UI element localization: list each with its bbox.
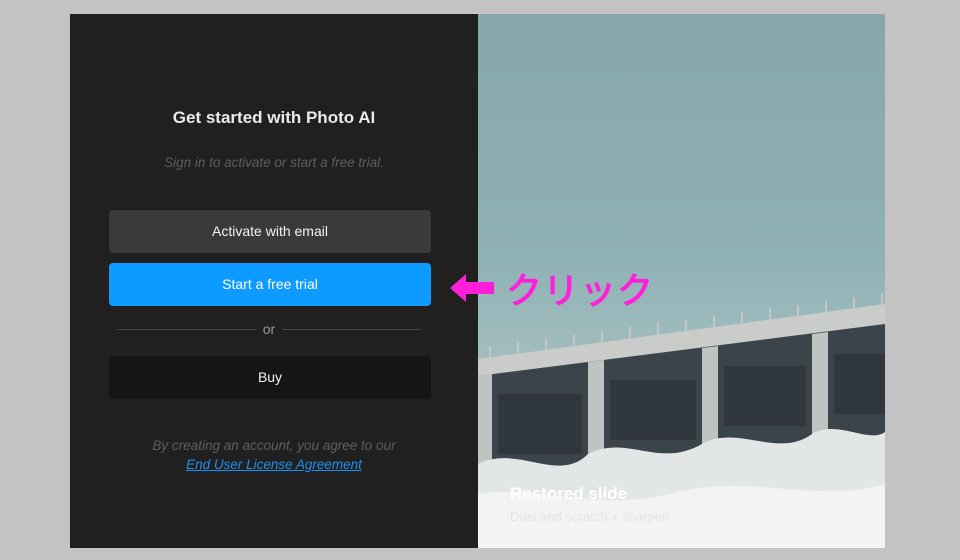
left-arrow-icon [450, 274, 494, 302]
annotation-text: クリック [506, 271, 655, 312]
buy-button[interactable]: Buy [109, 356, 431, 399]
legal-text: By creating an account, you agree to our [152, 438, 396, 453]
legal-notice: By creating an account, you agree to our… [70, 436, 478, 474]
showcase-caption-subtitle: Dust and scratch + sharpen [510, 509, 670, 524]
eula-link[interactable]: End User License Agreement [186, 457, 362, 472]
or-divider: or [117, 320, 421, 338]
sign-in-panel: Get started with Photo AI Sign in to act… [70, 14, 478, 548]
start-free-trial-button[interactable]: Start a free trial [109, 263, 431, 306]
activate-with-email-button[interactable]: Activate with email [109, 210, 431, 253]
divider-line-right [282, 329, 421, 330]
click-annotation: クリック [450, 262, 654, 314]
showcase-caption-title: Restored slide [510, 484, 628, 503]
dialog-title: Get started with Photo AI [172, 108, 376, 127]
dialog-subtitle: Sign in to activate or start a free tria… [164, 155, 384, 170]
